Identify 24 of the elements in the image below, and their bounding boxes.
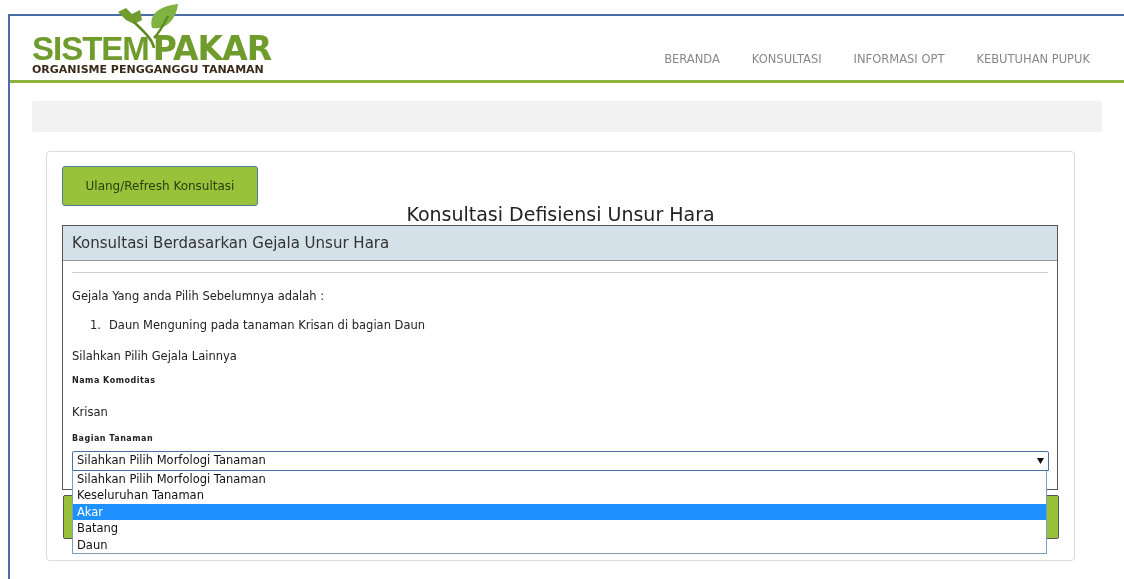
commodity-value: Krisan <box>72 403 109 421</box>
prompt-text: Silahkan Pilih Gejala Lainnya <box>72 347 238 365</box>
dropdown-caret-icon <box>1037 458 1044 464</box>
nav-link[interactable]: INFORMASI OPT <box>853 50 945 68</box>
select-field[interactable]: Silahkan Pilih Morfologi Tanaman <box>72 451 1049 471</box>
symptom-text: Daun Menguning pada tanaman Krisan di bagian Daun <box>109 317 426 335</box>
dropdown-option[interactable]: Keseluruhan Tanaman <box>73 487 1046 504</box>
logo-title: SISTEM <box>32 34 149 64</box>
dropdown-option[interactable]: Silahkan Pilih Morfologi Tanaman <box>73 471 1046 488</box>
dropdown-option[interactable]: Batang <box>73 520 1046 537</box>
dropdown-option[interactable]: Akar <box>73 503 1046 521</box>
intro-text: Gejala Yang anda Pilih Sebelumnya adalah : <box>72 288 326 305</box>
list-number: 1. <box>90 317 101 335</box>
nav-link[interactable]: KONSULTASI <box>751 50 822 68</box>
nav-link[interactable]: KEBUTUHAN PUPUK <box>976 50 1090 68</box>
panel-title: Konsultasi Berdasarkan Gejala Unsur Hara <box>63 226 1057 261</box>
page-title: Konsultasi Defisiensi Unsur Hara <box>405 203 716 225</box>
field-label: Bagian Tanaman <box>72 433 155 445</box>
refresh-button[interactable]: Ulang/Refresh Konsultasi <box>62 166 258 206</box>
nav-link[interactable]: BERANDA <box>664 50 720 68</box>
dropdown-option[interactable]: Daun <box>73 536 1046 553</box>
logo-title: PAKAR <box>152 34 272 64</box>
field-label: Nama Komoditas <box>72 374 157 387</box>
logo-subtitle: ORGANISME PENGGANGGU TANAMAN <box>32 64 265 76</box>
